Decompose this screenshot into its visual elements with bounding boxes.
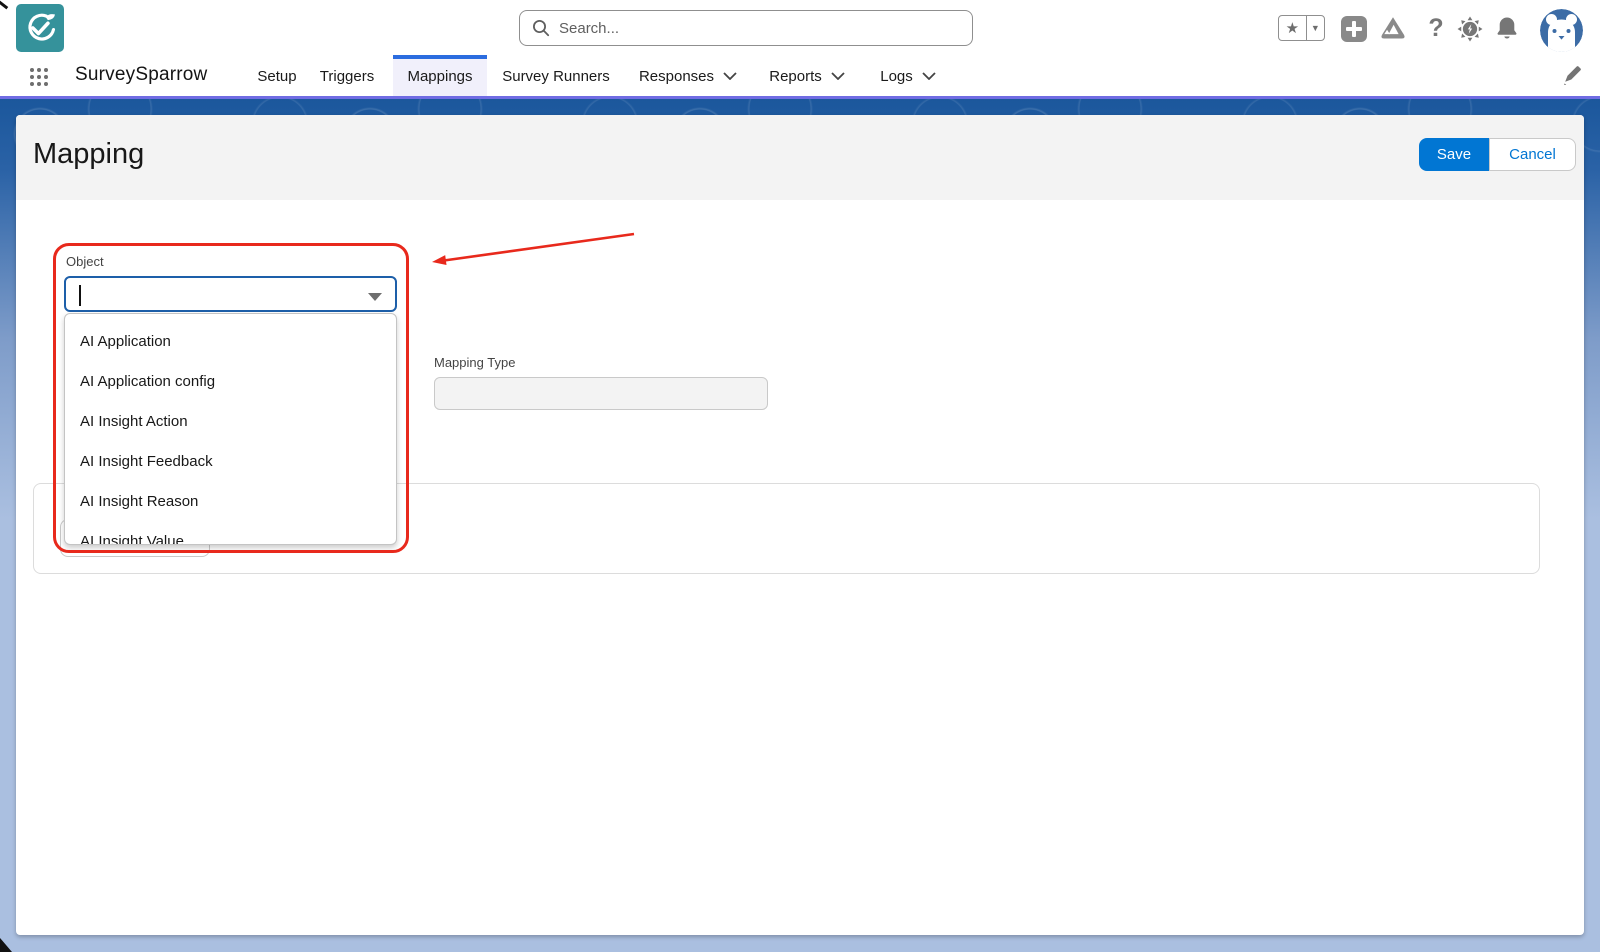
option-ai-insight-action[interactable]: AI Insight Action: [65, 402, 396, 442]
tab-triggers[interactable]: Triggers: [312, 56, 382, 96]
global-search: [519, 10, 973, 46]
notifications-button[interactable]: [1494, 15, 1520, 42]
tab-logs[interactable]: Logs: [868, 56, 948, 96]
object-field-label: Object: [66, 254, 104, 269]
tab-reports[interactable]: Reports: [757, 56, 857, 96]
avatar-bear-icon: [1540, 9, 1583, 52]
text-cursor: [79, 285, 81, 306]
option-ai-insight-reason[interactable]: AI Insight Reason: [65, 482, 396, 522]
favorites-button-group: ★ ▼: [1278, 15, 1325, 41]
tab-setup[interactable]: Setup: [246, 56, 308, 96]
trailhead-help-button[interactable]: [1378, 14, 1408, 42]
pencil-icon: [1562, 65, 1582, 85]
chevron-down-icon[interactable]: [723, 72, 737, 80]
search-input[interactable]: [559, 20, 960, 37]
tab-responses[interactable]: Responses: [628, 56, 748, 96]
global-actions-plus-button[interactable]: [1341, 16, 1367, 42]
tab-mappings[interactable]: Mappings: [393, 56, 487, 96]
object-combobox-input[interactable]: [76, 280, 361, 308]
search-icon: [532, 19, 550, 37]
save-button[interactable]: Save: [1419, 138, 1489, 171]
favorites-star-button[interactable]: ★: [1279, 16, 1306, 40]
tab-label: Reports: [769, 68, 822, 85]
bell-icon: [1495, 16, 1519, 42]
favorites-dropdown-button[interactable]: ▼: [1306, 16, 1324, 40]
user-avatar[interactable]: [1540, 9, 1583, 52]
option-ai-application[interactable]: AI Application: [65, 322, 396, 362]
object-combobox: [64, 276, 397, 312]
tab-label: Responses: [639, 68, 714, 85]
page-header-band: [16, 115, 1584, 200]
mapping-page-card: Mapping Save Cancel Object AI Applicatio…: [16, 115, 1584, 935]
app-navigation-bar: SurveySparrow Setup Triggers Mappings Su…: [0, 56, 1600, 99]
chevron-down-icon[interactable]: [922, 72, 936, 80]
mapping-type-field-label: Mapping Type: [434, 355, 515, 370]
option-ai-insight-feedback[interactable]: AI Insight Feedback: [65, 442, 396, 482]
edit-navigation-pencil-button[interactable]: [1562, 65, 1584, 87]
option-ai-application-config[interactable]: AI Application config: [65, 362, 396, 402]
app-name[interactable]: SurveySparrow: [75, 64, 207, 86]
bird-check-icon: [21, 9, 59, 47]
annotation-arrow: [416, 220, 656, 280]
setup-button[interactable]: [1456, 15, 1483, 42]
tab-survey-runners[interactable]: Survey Runners: [495, 56, 617, 96]
salesforce-app-window: ★ ▼ ?: [0, 0, 1600, 952]
trailhead-icon: [1378, 15, 1408, 42]
chevron-down-icon[interactable]: [831, 72, 845, 80]
dropdown-arrow-icon[interactable]: [368, 293, 382, 301]
help-button[interactable]: ?: [1424, 13, 1448, 43]
gear-icon: [1457, 16, 1483, 42]
page-action-buttons: Save Cancel: [1419, 138, 1576, 171]
global-header: ★ ▼ ?: [0, 0, 1600, 56]
mapping-type-input: [434, 377, 768, 410]
surveysparrow-logo: [16, 4, 64, 52]
tab-label: Logs: [880, 68, 913, 85]
tab-label: Triggers: [320, 68, 374, 85]
page-title: Mapping: [33, 138, 144, 171]
tab-label: Survey Runners: [502, 68, 610, 85]
option-ai-insight-value[interactable]: AI Insight Value: [65, 522, 396, 545]
cancel-button[interactable]: Cancel: [1489, 138, 1576, 171]
app-launcher-waffle-icon[interactable]: [30, 68, 48, 86]
tab-label: Mappings: [407, 68, 472, 85]
tab-label: Setup: [257, 68, 296, 85]
object-options-listbox: AI Application AI Application config AI …: [64, 313, 397, 545]
